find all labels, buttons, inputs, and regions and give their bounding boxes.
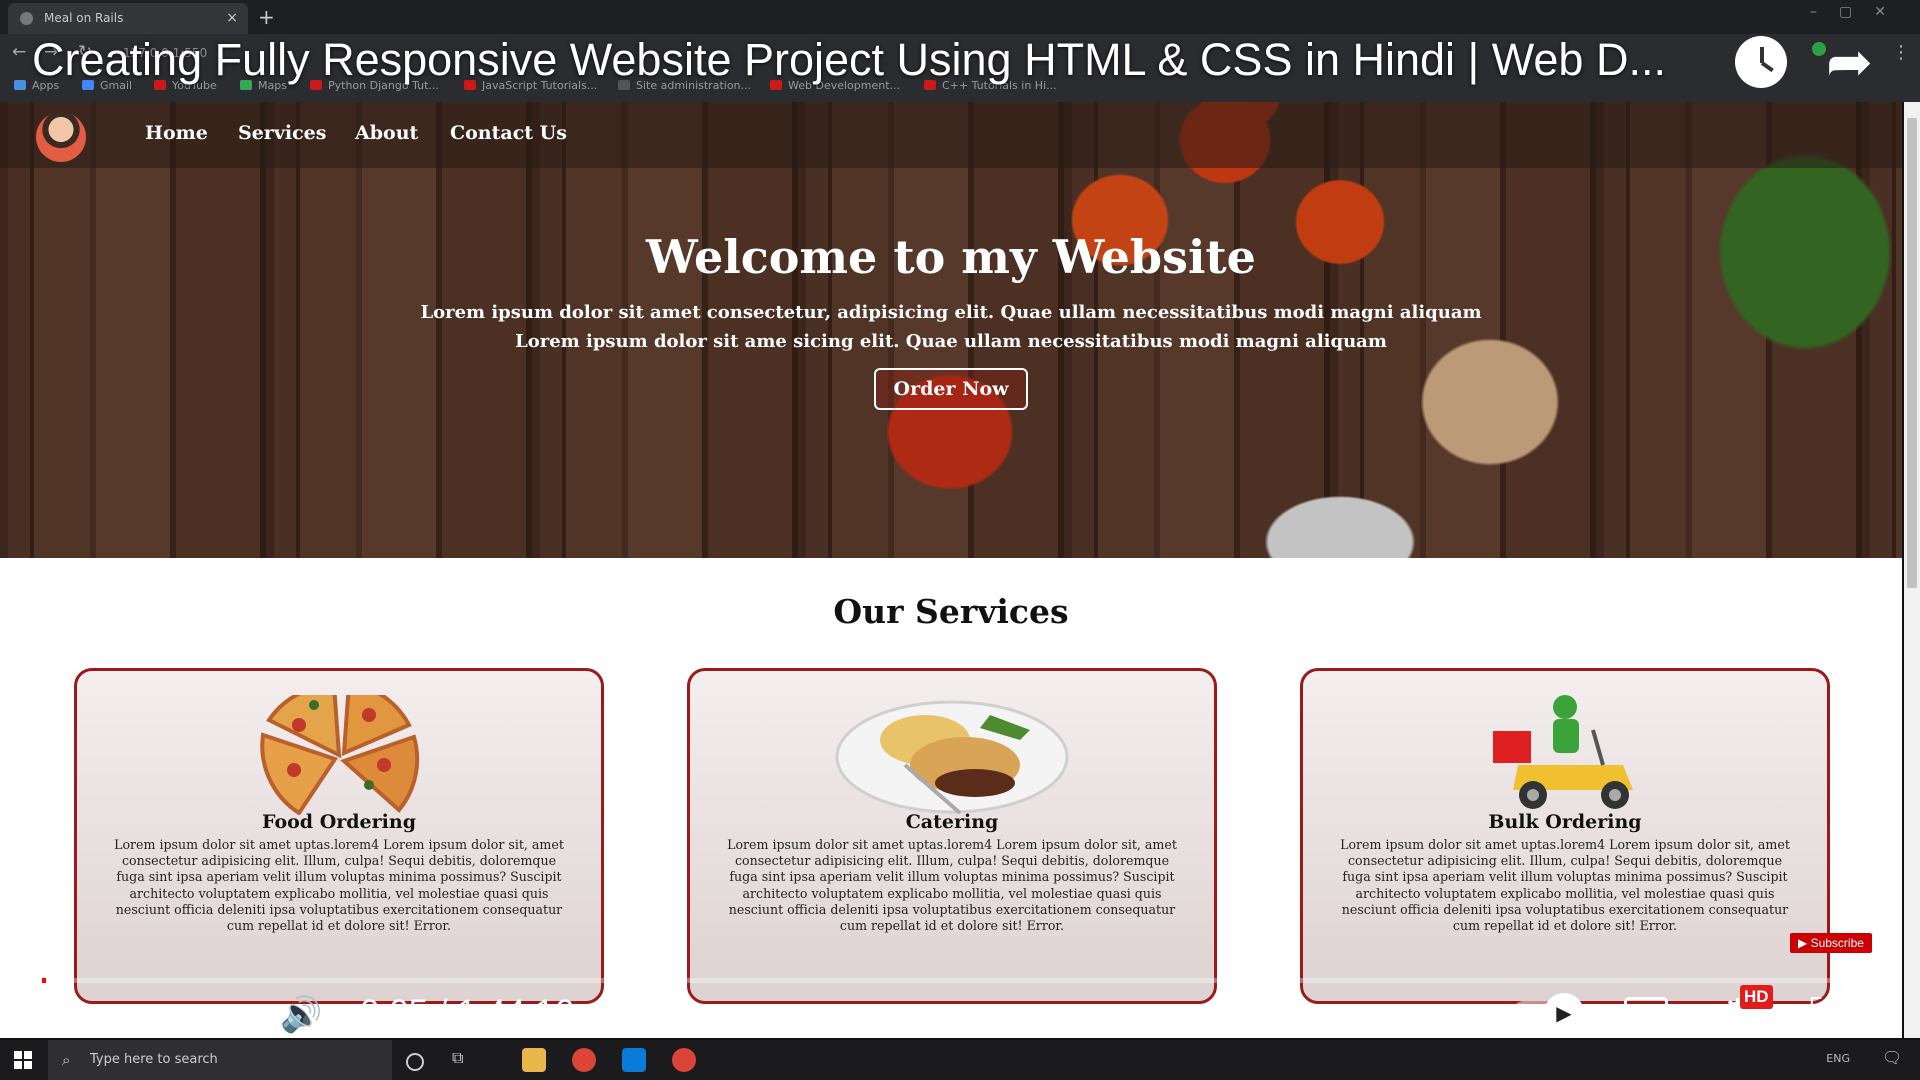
watch-later-icon[interactable]: [1735, 36, 1787, 88]
avatar[interactable]: [36, 112, 86, 162]
extension-icon[interactable]: [1812, 42, 1826, 56]
next-icon[interactable]: ⏭: [192, 995, 223, 1035]
website-page: Home Services About Contact Us Welcome t…: [0, 102, 1902, 1038]
browser-menu-icon[interactable]: ⋮: [1892, 42, 1910, 63]
autoplay-icon[interactable]: ▶: [1544, 993, 1584, 1033]
exit-fullscreen-icon[interactable]: ⛶: [1810, 989, 1841, 1040]
captions-icon[interactable]: CC: [1624, 997, 1668, 1027]
service-card-catering: Catering Lorem ipsum dolor sit amet upta…: [687, 668, 1217, 1004]
page-scrollbar[interactable]: [1904, 102, 1920, 1038]
chrome-profile-icon[interactable]: [672, 1048, 696, 1072]
hero-text: Lorem ipsum dolor sit amet consectetur, …: [0, 298, 1902, 356]
food-plate-image: [835, 700, 1069, 815]
card-text: Lorem ipsum dolor sit amet uptas.lorem4 …: [727, 837, 1177, 934]
card-title: Food Ordering: [262, 811, 416, 833]
nav-about[interactable]: About: [355, 122, 418, 144]
hero-section: Home Services About Contact Us Welcome t…: [0, 102, 1902, 558]
services-heading: Our Services: [833, 592, 1069, 631]
volume-icon[interactable]: 🔊: [280, 995, 322, 1035]
hero-heading: Welcome to my Website: [646, 230, 1256, 284]
close-tab-icon[interactable]: ×: [226, 10, 238, 26]
subscribe-button[interactable]: ▶ Subscribe: [1790, 933, 1872, 953]
windows-start-icon[interactable]: [14, 1051, 32, 1069]
search-icon: ⌕: [62, 1051, 71, 1069]
tab-title: Meal on Rails: [44, 11, 124, 25]
pizza-image: [260, 695, 420, 815]
file-explorer-icon[interactable]: [522, 1048, 546, 1072]
video-time: 0:05 / 1:44:16: [360, 993, 575, 1032]
delivery-scooter-image: [1493, 695, 1633, 809]
order-now-button[interactable]: Order Now: [873, 368, 1029, 410]
nav-home[interactable]: Home: [145, 122, 208, 144]
card-text: Lorem ipsum dolor sit amet uptas.lorem4 …: [114, 837, 564, 934]
hero-line-2: Lorem ipsum dolor sit ame sicing elit. Q…: [515, 331, 1387, 352]
video-progress-bar[interactable]: [42, 978, 1878, 983]
chrome-icon[interactable]: [572, 1048, 596, 1072]
card-text: Lorem ipsum dolor sit amet uptas.lorem4 …: [1340, 837, 1790, 934]
favicon-icon: [20, 12, 33, 25]
hero-content: Welcome to my Website Lorem ipsum dolor …: [0, 222, 1902, 410]
hero-line-1: Lorem ipsum dolor sit amet consectetur, …: [420, 302, 1482, 323]
share-icon[interactable]: ➦: [1826, 30, 1873, 95]
notifications-icon[interactable]: 🗨: [1882, 1048, 1906, 1072]
task-view-icon[interactable]: ⧉: [452, 1048, 476, 1072]
search-placeholder: Type here to search: [90, 1052, 218, 1067]
nav-contact[interactable]: Contact Us: [450, 122, 567, 144]
cortana-icon[interactable]: [406, 1053, 424, 1071]
windows-taskbar: ⌕ Type here to search ⧉ ENG 🗨: [0, 1040, 1920, 1080]
card-title: Catering: [905, 811, 999, 833]
service-card-bulk-ordering: Bulk Ordering Lorem ipsum dolor sit amet…: [1300, 668, 1830, 1004]
browser-tab-bar: Meal on Rails × + –▢✕: [0, 0, 1920, 34]
video-title[interactable]: Creating Fully Responsive Website Projec…: [32, 34, 1712, 86]
system-tray-lang[interactable]: ENG: [1826, 1052, 1850, 1065]
vscode-icon[interactable]: [622, 1048, 646, 1072]
window-controls[interactable]: –▢✕: [1810, 4, 1908, 20]
player-controls: ▶ ⏭ 🔊 0:05 / 1:44:16 ▶ CC ⚙ HD ⛶: [0, 985, 1920, 1040]
browser-tab[interactable]: Meal on Rails ×: [8, 3, 248, 34]
service-card-food-ordering: Food Ordering Lorem ipsum dolor sit amet…: [74, 668, 604, 1004]
new-tab-button[interactable]: +: [258, 5, 275, 29]
hd-badge: HD: [1740, 985, 1773, 1009]
nav-services[interactable]: Services: [238, 122, 326, 144]
site-navbar: Home Services About Contact Us: [0, 102, 1902, 168]
play-icon[interactable]: ▶: [82, 991, 113, 1037]
progress-fill: [42, 978, 46, 983]
card-title: Bulk Ordering: [1488, 811, 1642, 833]
taskbar-search-input[interactable]: ⌕ Type here to search: [48, 1040, 392, 1080]
back-icon[interactable]: ←: [12, 42, 26, 62]
